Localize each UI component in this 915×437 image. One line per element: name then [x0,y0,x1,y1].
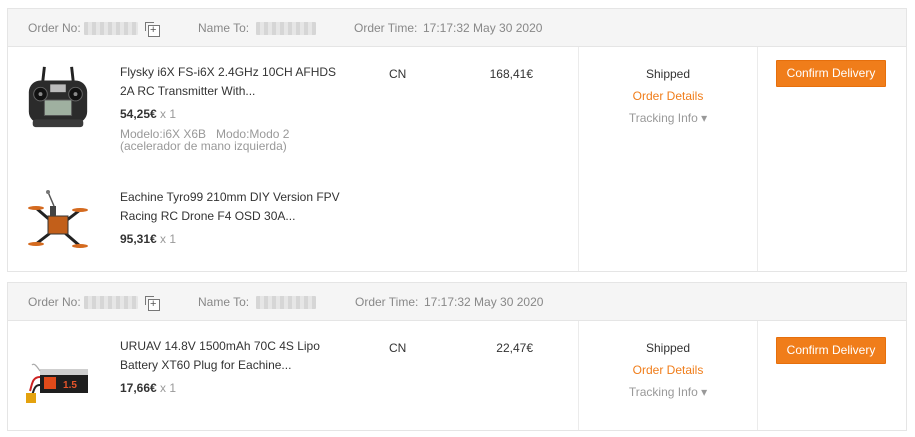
item-price: 95,31€ [120,232,157,246]
order-time-label: Order Time: [354,21,418,35]
order-no-label: Order No: [28,295,81,309]
order-no-value-redacted [84,22,138,35]
item-attributes: Modelo:i6X X6B Modo:Modo 2 (acelerador d… [120,127,293,153]
order-item: 1.5 URUAV 14.8V 1500mAh 70C 4S Lipo Batt… [8,321,578,421]
name-to-label: Name To: [198,21,250,35]
status-column: Shipped Order Details Tracking Info ▾ [579,67,757,125]
confirm-delivery-button[interactable]: Confirm Delivery [776,337,886,364]
order-no-label: Order No: [28,21,81,35]
item-price-line: 17,66€ x 1 [120,381,176,395]
item-price: 54,25€ [120,107,157,121]
ship-to-country: CN [389,341,407,355]
tracking-info-dropdown[interactable]: Tracking Info ▾ [579,111,757,125]
item-price-line: 54,25€ x 1 [120,107,176,121]
item-price-line: 95,31€ x 1 [120,232,176,246]
order-item: Flysky i6X FS-i6X 2.4GHz 10CH AFHDS 2A R… [8,47,578,152]
name-to-label: Name To: [198,295,250,309]
order-total: 22,47€ [496,341,533,355]
order-total: 168,41€ [489,67,533,81]
item-qty: x 1 [160,232,177,246]
item-title[interactable]: Eachine Tyro99 210mm DIY Version FPV Rac… [120,188,345,226]
order-time-value: 17:17:32 May 30 2020 [424,295,544,309]
item-qty: x 1 [160,381,177,395]
order-time-label: Order Time: [355,295,419,309]
order-card: Order No: Name To: Order Time: 17:17:32 … [7,8,907,272]
item-price: 17,66€ [120,381,157,395]
order-body: Flysky i6X FS-i6X 2.4GHz 10CH AFHDS 2A R… [8,47,906,271]
order-header: Order No: Name To: Order Time: 17:17:32 … [8,9,906,47]
confirm-delivery-button[interactable]: Confirm Delivery [776,60,886,87]
order-status: Shipped [645,67,691,81]
item-title[interactable]: URUAV 14.8V 1500mAh 70C 4S Lipo Battery … [120,337,345,375]
status-column: Shipped Order Details Tracking Info ▾ [579,341,757,399]
order-status: Shipped [645,341,691,355]
column-divider [757,321,758,430]
order-details-link[interactable]: Order Details [579,89,757,103]
item-qty: x 1 [160,107,177,121]
copy-icon[interactable] [145,295,160,311]
rc-transmitter-image[interactable] [26,63,90,133]
copy-icon[interactable] [145,21,160,37]
order-card: Order No: Name To: Order Time: 17:17:32 … [7,282,907,431]
order-item: Eachine Tyro99 210mm DIY Version FPV Rac… [8,172,578,272]
order-time-value: 17:17:32 May 30 2020 [423,21,543,35]
lipo-battery-image[interactable]: 1.5 [26,341,90,413]
name-to-value-redacted [256,22,316,35]
order-header: Order No: Name To: Order Time: 17:17:32 … [8,283,906,321]
item-title[interactable]: Flysky i6X FS-i6X 2.4GHz 10CH AFHDS 2A R… [120,63,345,101]
tracking-info-dropdown[interactable]: Tracking Info ▾ [579,385,757,399]
order-body: 1.5 URUAV 14.8V 1500mAh 70C 4S Lipo Batt… [8,321,906,430]
name-to-value-redacted [256,296,316,309]
order-details-link[interactable]: Order Details [579,363,757,377]
order-no-value-redacted [84,296,138,309]
battery-label: 1.5 [63,380,77,391]
column-divider [757,47,758,271]
fpv-drone-image[interactable] [26,182,90,262]
ship-to-country: CN [389,67,407,81]
